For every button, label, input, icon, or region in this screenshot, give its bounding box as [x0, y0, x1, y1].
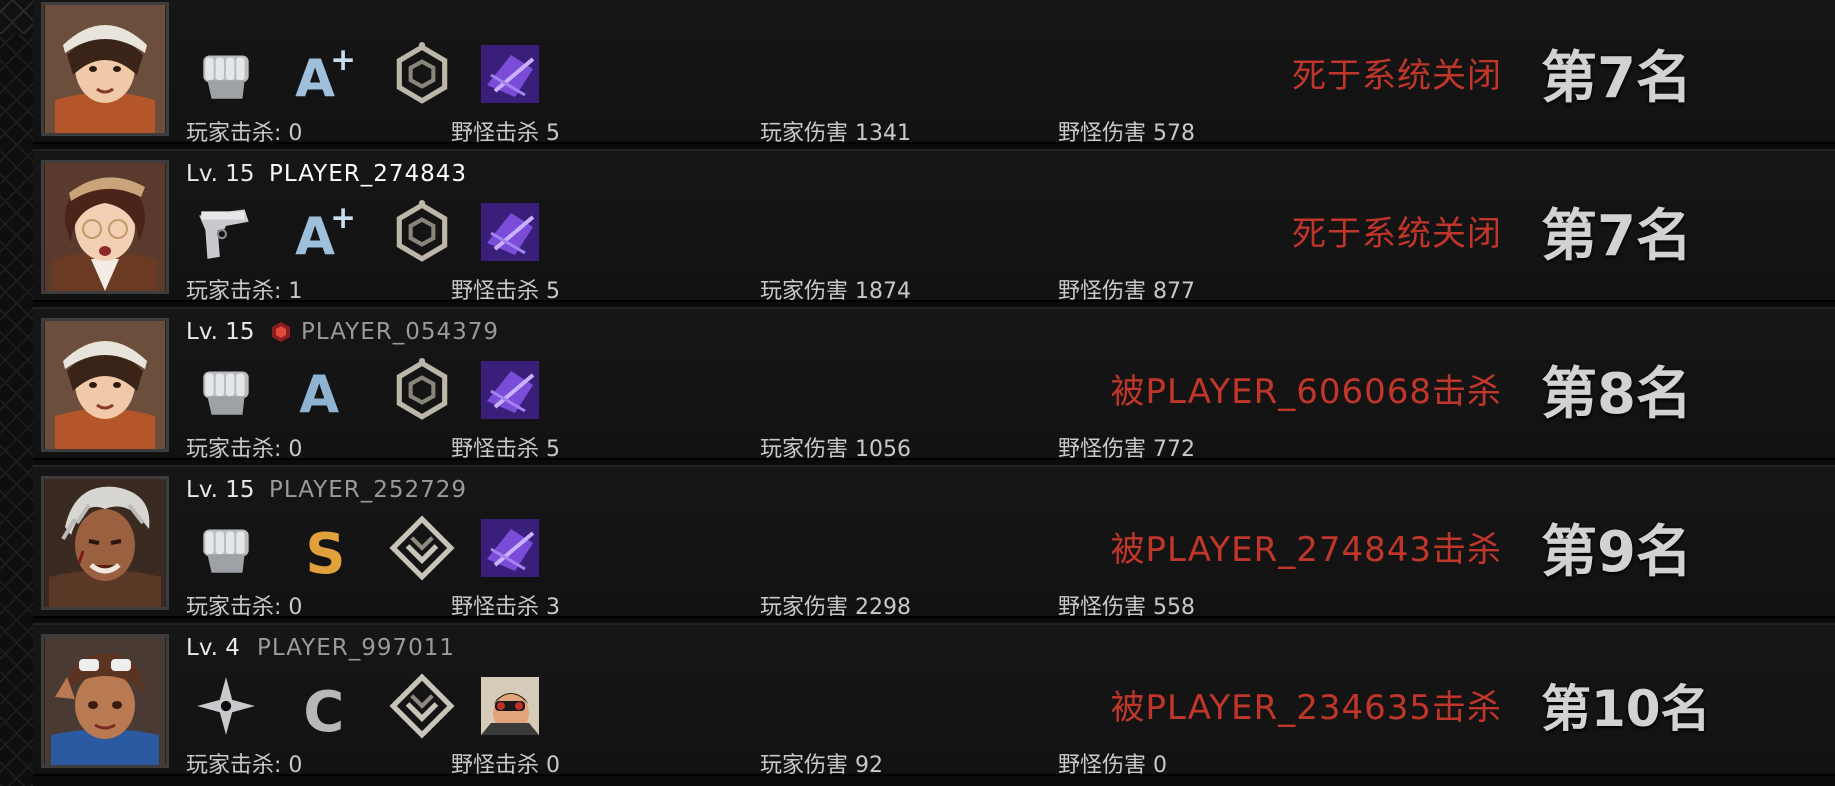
svg-text:A: A — [299, 366, 339, 423]
binoculars-portrait-icon — [481, 677, 539, 735]
purple-skill-icon — [481, 519, 539, 577]
red-crest-badge-icon — [270, 321, 292, 343]
diamond-chevron-emblem-icon — [389, 673, 455, 739]
pistol-icon — [193, 199, 259, 265]
player-level: Lv. 15 — [186, 319, 255, 345]
death-cause: 死于系统关闭 — [1292, 214, 1502, 254]
monster-kills-stat: 野怪击杀 5 — [451, 121, 561, 146]
fist-icon — [193, 515, 259, 581]
left-pattern-border — [0, 34, 33, 786]
rank-label: 第7名 — [1541, 46, 1692, 111]
player-damage-stat: 玩家伤害 92 — [760, 753, 884, 778]
avatar-girl-white-cap — [41, 318, 169, 452]
player-level: Lv. 15 — [186, 477, 255, 503]
avatar-girl-glasses-beret — [41, 160, 169, 294]
player-name[interactable]: PLAYER_274843 — [269, 161, 467, 187]
svg-text:+: + — [330, 42, 356, 78]
grade-c-icon: C — [293, 673, 359, 739]
purple-skill-icon — [481, 361, 539, 419]
svg-text:S: S — [305, 522, 345, 581]
player-kills-stat: 玩家击杀: 0 — [186, 595, 303, 620]
monster-kills-stat: 野怪击杀 5 — [451, 437, 561, 462]
result-row[interactable]: A + 玩家击杀: 0 野怪击杀 5 玩家伤害 1341 野怪伤害 578 死于… — [33, 0, 1835, 146]
result-row[interactable]: Lv. 15 PLAYER_054379 A 玩家击杀: 0 野怪击杀 5 玩家… — [33, 307, 1835, 462]
death-cause: 被PLAYER_274843击杀 — [1110, 530, 1502, 570]
player-name[interactable]: PLAYER_252729 — [269, 477, 467, 503]
player-name[interactable]: PLAYER_054379 — [301, 319, 499, 345]
grade-a-plus-icon: A + — [293, 199, 359, 265]
monster-damage-stat: 野怪伤害 772 — [1058, 437, 1196, 462]
shuriken-icon — [193, 673, 259, 739]
player-damage-stat: 玩家伤害 1341 — [760, 121, 912, 146]
player-kills-stat: 玩家击杀: 1 — [186, 279, 303, 304]
result-row[interactable]: Lv. 4 PLAYER_997011 C 玩家击杀: 0 野怪击杀 0 玩家伤… — [33, 623, 1835, 778]
player-level: Lv. 4 — [186, 635, 240, 661]
avatar-girl-white-cap — [41, 2, 169, 136]
monster-damage-stat: 野怪伤害 558 — [1058, 595, 1196, 620]
player-kills-stat: 玩家击杀: 0 — [186, 437, 303, 462]
purple-skill-icon — [481, 203, 539, 261]
rank-label: 第7名 — [1541, 204, 1692, 269]
rank-label: 第8名 — [1541, 362, 1692, 427]
monster-damage-stat: 野怪伤害 877 — [1058, 279, 1196, 304]
monster-damage-stat: 野怪伤害 0 — [1058, 753, 1168, 778]
rank-label: 第10名 — [1541, 680, 1711, 738]
monster-damage-stat: 野怪伤害 578 — [1058, 121, 1196, 146]
player-name[interactable]: PLAYER_997011 — [257, 635, 455, 661]
death-cause: 死于系统关闭 — [1292, 56, 1502, 96]
diamond-chevron-emblem-icon — [389, 515, 455, 581]
player-damage-stat: 玩家伤害 1056 — [760, 437, 912, 462]
death-cause: 被PLAYER_234635击杀 — [1110, 688, 1502, 728]
grade-a-icon: A — [293, 357, 359, 423]
player-damage-stat: 玩家伤害 1874 — [760, 279, 912, 304]
svg-text:A: A — [295, 208, 335, 265]
player-kills-stat: 玩家击杀: 0 — [186, 753, 303, 778]
avatar-girl-sunglasses — [41, 634, 169, 768]
hexagon-emblem-icon — [389, 357, 455, 423]
monster-kills-stat: 野怪击杀 0 — [451, 753, 561, 778]
death-cause: 被PLAYER_606068击杀 — [1110, 372, 1502, 412]
player-damage-stat: 玩家伤害 2298 — [760, 595, 912, 620]
svg-text:+: + — [330, 200, 356, 236]
grade-a-plus-icon: A + — [293, 41, 359, 107]
svg-text:A: A — [295, 50, 335, 107]
hexagon-emblem-icon — [389, 41, 455, 107]
result-list: A + 玩家击杀: 0 野怪击杀 5 玩家伤害 1341 野怪伤害 578 死于… — [33, 0, 1835, 786]
player-level: Lv. 15 — [186, 161, 255, 187]
hexagon-emblem-icon — [389, 199, 455, 265]
purple-skill-icon — [481, 45, 539, 103]
rank-label: 第9名 — [1541, 520, 1692, 585]
result-row[interactable]: Lv. 15 PLAYER_252729 S 玩家击杀: 0 野怪击杀 3 玩家… — [33, 465, 1835, 620]
monster-kills-stat: 野怪击杀 3 — [451, 595, 561, 620]
svg-text:C: C — [303, 680, 344, 739]
grade-s-icon: S — [293, 515, 359, 581]
monster-kills-stat: 野怪击杀 5 — [451, 279, 561, 304]
player-kills-stat: 玩家击杀: 0 — [186, 121, 303, 146]
fist-icon — [193, 41, 259, 107]
result-row[interactable]: Lv. 15 PLAYER_274843 A + 玩家击杀: 1 野怪击杀 5 … — [33, 149, 1835, 304]
avatar-man-white-hair — [41, 476, 169, 610]
fist-icon — [193, 357, 259, 423]
